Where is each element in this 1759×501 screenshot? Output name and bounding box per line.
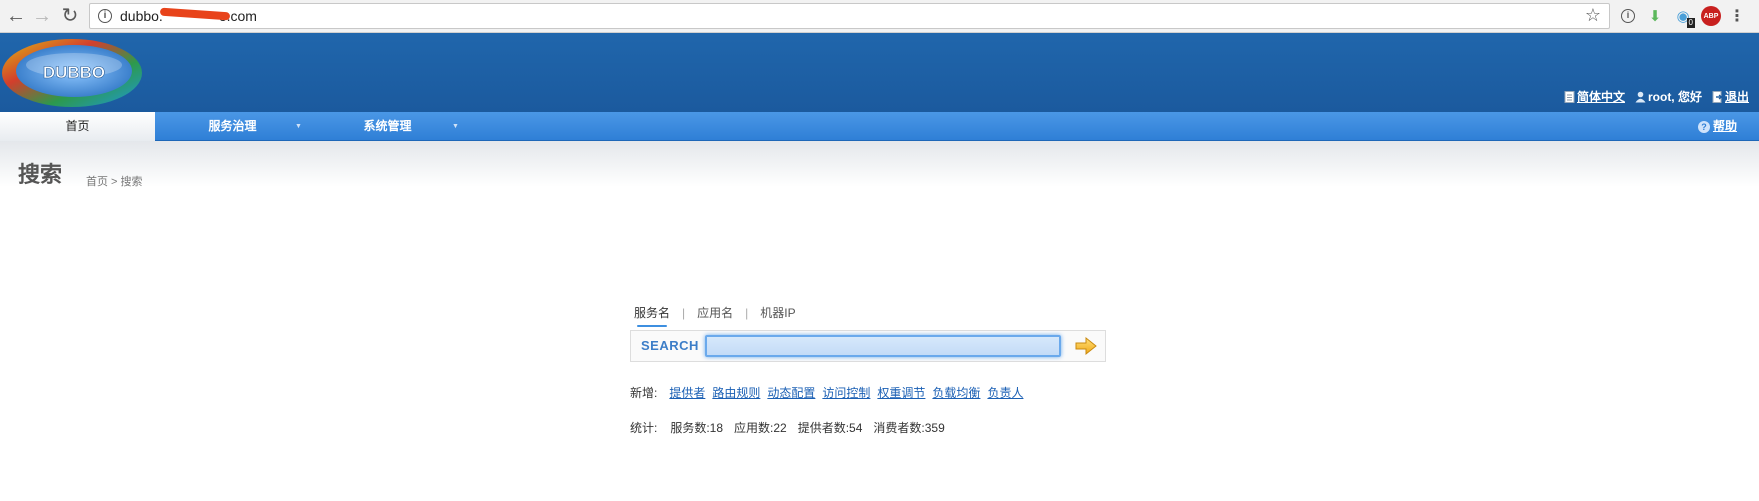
menu-service-governance-label: 服务治理 [208, 119, 257, 133]
forward-icon[interactable]: → [30, 4, 54, 28]
chevron-down-icon: ▼ [295, 123, 302, 130]
search-type-tabs: 服务名 | 应用名 | 机器IP [634, 304, 796, 327]
search-label: SEARCH [641, 338, 699, 353]
search-arrow-icon[interactable] [1075, 336, 1097, 356]
reload-icon[interactable]: ↻ [58, 4, 82, 28]
extension-badge-count: 0 [1686, 18, 1695, 28]
stat-provider-count: 提供者数:54 [797, 421, 863, 435]
download-extension-icon[interactable]: ⬇ [1645, 6, 1665, 26]
search-box: SEARCH [630, 330, 1106, 362]
new-route-rule-link[interactable]: 路由规则 [712, 384, 760, 401]
logout-icon [1712, 91, 1723, 103]
stat-service-count: 服务数:18 [670, 421, 724, 435]
menu-home[interactable]: 首页 [0, 112, 155, 141]
dubbo-logo[interactable]: DUBBO [0, 35, 145, 110]
logo-text: DUBBO [43, 63, 105, 82]
chevron-down-icon: ▼ [452, 123, 459, 130]
main-menu: 首页 服务治理 ▼ 系统管理 ▼ ? 帮助 [0, 112, 1759, 141]
extension-info-icon[interactable]: i [1618, 6, 1638, 26]
tab-divider: | [682, 305, 686, 320]
adblock-icon[interactable]: ABP [1701, 6, 1721, 26]
tab-application-name[interactable]: 应用名 [697, 304, 733, 321]
user-icon [1635, 91, 1646, 103]
new-dynamic-config-link[interactable]: 动态配置 [767, 384, 815, 401]
new-weight-adjust-link[interactable]: 权重调节 [877, 384, 925, 401]
help-link[interactable]: ? 帮助 [1697, 112, 1737, 141]
app-header: DUBBO 简体中文 root, 您好 退出 [0, 33, 1759, 112]
user-info: root, 您好 [1635, 88, 1702, 105]
new-provider-link[interactable]: 提供者 [669, 384, 705, 401]
tab-machine-ip[interactable]: 机器IP [760, 304, 795, 321]
new-label: 新增: [630, 386, 658, 400]
stats-label: 统计: [630, 421, 658, 435]
new-owner-link[interactable]: 负责人 [987, 384, 1023, 401]
menu-service-governance[interactable]: 服务治理 [155, 112, 310, 141]
new-access-control-link[interactable]: 访问控制 [822, 384, 870, 401]
search-input[interactable] [705, 335, 1061, 357]
stats-row: 统计: 服务数:18 应用数:22 提供者数:54 消费者数:359 [630, 419, 945, 436]
menu-system-management-label: 系统管理 [363, 119, 412, 133]
help-label: 帮助 [1712, 119, 1737, 133]
help-icon: ? [1697, 121, 1710, 133]
document-icon [1564, 91, 1575, 103]
language-link[interactable]: 简体中文 [1577, 90, 1625, 104]
user-greeting: root, 您好 [1647, 90, 1702, 104]
back-icon[interactable]: ← [4, 4, 28, 28]
stat-consumer-count: 消费者数:359 [873, 421, 945, 435]
extension-badge-icon[interactable]: ◉ 0 [1673, 6, 1695, 28]
breadcrumb: 首页 > 搜索 [86, 176, 143, 188]
site-info-icon[interactable]: i [98, 9, 112, 23]
menu-system-management[interactable]: 系统管理 [310, 112, 465, 141]
logout-link[interactable]: 退出 [1725, 90, 1749, 104]
browser-menu-icon[interactable]: ⋮ [1727, 6, 1747, 26]
title-band: 搜索 首页 > 搜索 [0, 141, 1759, 188]
tab-divider: | [745, 305, 749, 320]
language-switch[interactable]: 简体中文 [1564, 88, 1625, 105]
tab-service-name[interactable]: 服务名 [634, 304, 670, 327]
logout[interactable]: 退出 [1712, 88, 1749, 105]
bookmark-star-icon[interactable]: ☆ [1585, 5, 1601, 26]
new-links-row: 新增: 提供者 路由规则 动态配置 访问控制 权重调节 负载均衡 负责人 [630, 384, 1023, 401]
new-load-balance-link[interactable]: 负载均衡 [932, 384, 980, 401]
address-bar[interactable]: i dubbo. o.com ☆ [89, 3, 1610, 29]
stat-application-count: 应用数:22 [734, 421, 787, 435]
browser-toolbar: ← → ↻ i dubbo. o.com ☆ i ⬇ ◉ 0 ABP ⋮ [0, 0, 1759, 33]
header-links: 简体中文 root, 您好 退出 [1564, 88, 1749, 105]
page-title: 搜索 [18, 162, 63, 187]
